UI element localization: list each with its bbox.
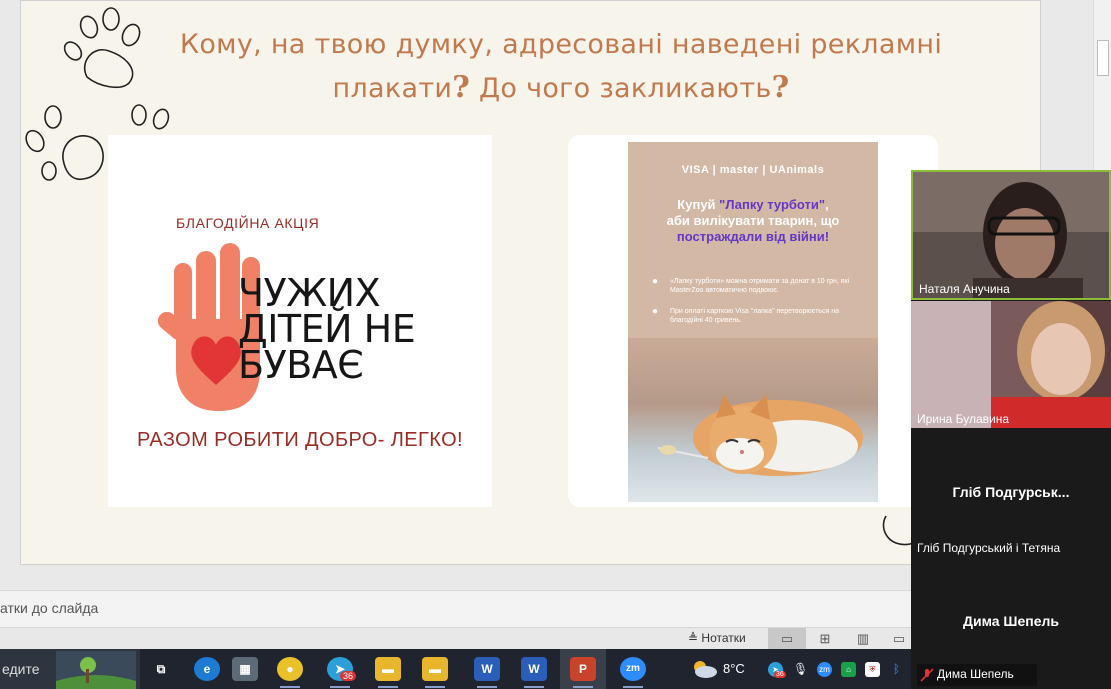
- participant-name: Наталя Анучина: [919, 282, 1010, 296]
- edge-icon[interactable]: e: [194, 657, 220, 681]
- charity-poster[interactable]: БЛАГОДІЙНА АКЦІЯ ЧУЖИХ ДІТЕЙ НЕ БУВАЄ РА…: [108, 135, 492, 507]
- notes-placeholder: атки до слайда: [0, 600, 99, 616]
- microphone-icon[interactable]: 🎙: [793, 662, 808, 677]
- participant-name: Дима Шепель: [937, 667, 1014, 681]
- running-indicator: [280, 686, 300, 688]
- headline-line-3: БУВАЄ: [238, 343, 364, 387]
- slideshow-icon: ▭: [892, 631, 906, 646]
- participant-display-name: Дима Шепель: [962, 613, 1060, 629]
- slide-canvas[interactable]: Кому, на твою думку, адресовані наведені…: [20, 0, 1041, 565]
- telegram-badge: 36: [340, 671, 357, 681]
- head-line-2: аби вилікувати тварин, що: [666, 213, 840, 228]
- word-icon[interactable]: W: [474, 657, 500, 681]
- chrome-icon[interactable]: ●: [277, 657, 303, 681]
- running-indicator: [477, 686, 497, 688]
- animal-charity-poster[interactable]: VISA | master | UAnimals Купуй "Лапку ту…: [628, 142, 878, 502]
- title-line-1: Кому, на твою думку, адресовані наведені…: [179, 29, 943, 60]
- running-indicator: [573, 686, 593, 688]
- participant-video: [913, 172, 1109, 298]
- bluetooth-icon[interactable]: ᛒ: [889, 662, 904, 677]
- mic-muted-icon: [920, 668, 934, 682]
- security-icon[interactable]: ⛨: [865, 662, 880, 677]
- title-line-2: плакати: [332, 73, 453, 104]
- slideshow-button[interactable]: ▭: [880, 628, 918, 650]
- bullet-text: «Лапку турботи» можна отримати за донат …: [670, 278, 850, 294]
- paw-bullet-icon: ●: [652, 306, 659, 317]
- notes-toggle-button[interactable]: ≜ Нотатки: [688, 631, 746, 645]
- weather-cloud-icon: [694, 661, 717, 678]
- head-line-1c: ,: [825, 197, 829, 212]
- weather-temperature[interactable]: 8°C: [723, 661, 745, 676]
- poster-subtitle: БЛАГОДІЙНА АКЦІЯ: [176, 215, 320, 231]
- cat-image: [657, 394, 863, 476]
- file-explorer-icon[interactable]: ▬: [375, 657, 401, 681]
- network-icon[interactable]: ⌂: [841, 662, 856, 677]
- search-highlight-image: [56, 651, 136, 689]
- notes-toggle-label: Нотатки: [701, 631, 746, 645]
- question-mark: ?: [452, 70, 471, 105]
- poster-headline: Купуй "Лапку турботи", аби вилікувати тв…: [636, 197, 870, 245]
- bullet-item: ● При оплаті карткою Visa "лапка" перетво…: [650, 307, 865, 325]
- running-indicator: [378, 686, 398, 688]
- bullet-item: ● «Лапку турботи» можна отримати за донат…: [650, 277, 865, 295]
- poster-bullets: ● «Лапку турботи» можна отримати за донат…: [650, 277, 865, 337]
- head-line-1b: "Лапку турботи": [719, 197, 826, 212]
- tray-badge: 36: [774, 671, 786, 678]
- scrollbar-thumb[interactable]: [1097, 40, 1109, 76]
- reading-view-button[interactable]: ▥: [844, 628, 882, 650]
- status-bar: ≜ Нотатки ▭ ⊞ ▥ ▭: [0, 627, 911, 650]
- participant-name: Гліб Подгурський і Тетяна: [917, 541, 1061, 555]
- slide-sorter-button[interactable]: ⊞: [806, 628, 844, 650]
- grid-icon: ⊞: [819, 631, 831, 646]
- normal-view-icon: ▭: [780, 631, 794, 646]
- running-indicator: [425, 686, 445, 688]
- bullet-text: При оплаті карткою Visa "лапка" перетвор…: [670, 308, 840, 324]
- participant-name: Ирина Булавина: [917, 412, 1010, 426]
- title-line-2b: До чого закликають: [470, 73, 772, 104]
- search-text: едите: [2, 661, 40, 677]
- participant-video: [911, 301, 1111, 428]
- running-indicator: [524, 686, 544, 688]
- head-line-1a: Купуй: [677, 197, 720, 212]
- poster-slogan: РАЗОМ РОБИТИ ДОБРО- ЛЕГКО!: [137, 429, 463, 451]
- calculator-icon[interactable]: ▦: [232, 657, 258, 681]
- word-icon[interactable]: W: [521, 657, 547, 681]
- question-mark: ?: [771, 70, 790, 105]
- participant-display-name: Гліб Подгурськ...: [952, 484, 1070, 500]
- paw-bullet-icon: ●: [652, 276, 659, 287]
- notes-icon: ≜: [688, 631, 699, 645]
- powerpoint-icon[interactable]: P: [570, 657, 596, 681]
- normal-view-button[interactable]: ▭: [768, 628, 806, 650]
- headline-line-1: ЧУЖИХ: [238, 271, 381, 315]
- participant-tile[interactable]: Наталя Анучина: [911, 170, 1111, 300]
- participant-name-tag: Дима Шепель: [917, 664, 1037, 686]
- task-view-icon[interactable]: ⧉: [148, 657, 174, 681]
- zoom-tray-icon[interactable]: zm: [817, 662, 832, 677]
- file-explorer-icon[interactable]: ▬: [422, 657, 448, 681]
- running-indicator: [330, 686, 350, 688]
- participant-tile[interactable]: Ирина Булавина: [911, 301, 1111, 428]
- video-call-panel: Наталя Анучина Ирина Булавина Гліб Подгу…: [911, 170, 1111, 689]
- sponsor-logos: VISA | master | UAnimals: [681, 164, 825, 176]
- notes-pane[interactable]: атки до слайда: [0, 590, 911, 627]
- poster-headline: ЧУЖИХ ДІТЕЙ НЕ БУВАЄ: [238, 271, 416, 387]
- participant-tile[interactable]: Гліб Подгурськ... Гліб Подгурський і Тет…: [911, 428, 1111, 557]
- running-indicator: [623, 686, 643, 688]
- slide-title: Кому, на твою думку, адресовані наведені…: [131, 23, 991, 110]
- taskbar: едите ⧉ e ▦ ● ➤ 36 ▬ ▬ W W P zm 8°C ➤ 36…: [0, 649, 911, 689]
- headline-line-2: ДІТЕЙ НЕ: [238, 307, 416, 351]
- head-line-3: постраждали від війни!: [676, 229, 830, 244]
- book-icon: ▥: [856, 631, 870, 646]
- cat-photo: [628, 338, 878, 502]
- screen: Кому, на твою думку, адресовані наведені…: [0, 0, 1111, 689]
- zoom-icon[interactable]: zm: [620, 657, 646, 681]
